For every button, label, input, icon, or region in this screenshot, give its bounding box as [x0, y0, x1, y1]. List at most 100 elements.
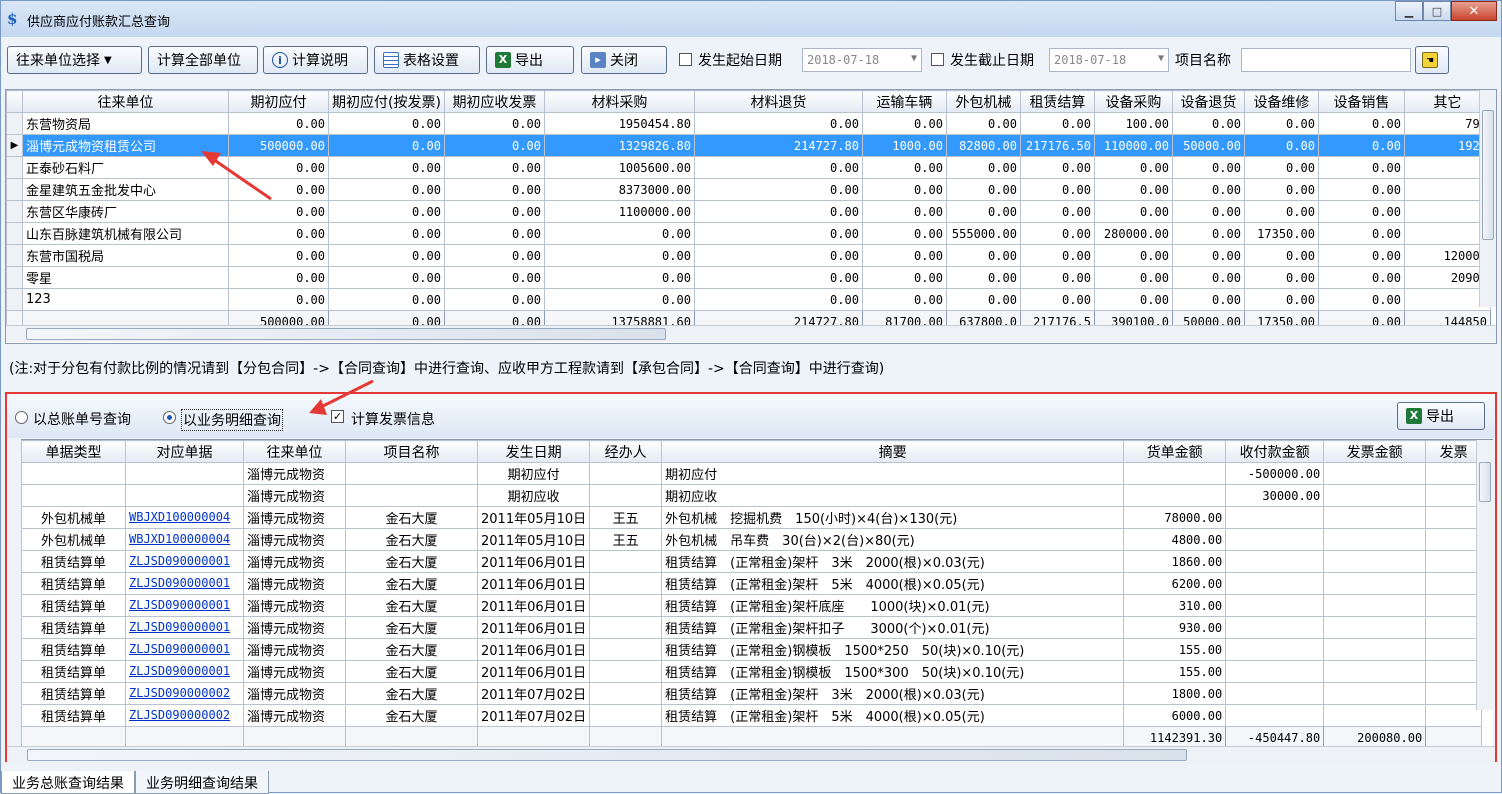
table-cell[interactable]: 0.00: [443, 178, 545, 201]
table-cell[interactable]: 0.00: [328, 134, 445, 157]
table-cell[interactable]: 0.00: [1171, 156, 1245, 179]
table-cell[interactable]: 0.00: [1171, 288, 1245, 311]
table-cell[interactable]: 0.00: [1093, 266, 1173, 289]
table-cell[interactable]: ZLJSD090000001: [125, 660, 244, 683]
table-cell[interactable]: 0.00: [1171, 266, 1245, 289]
table-cell[interactable]: 0.00: [228, 222, 329, 245]
table-cell[interactable]: 0.00: [543, 244, 695, 267]
table-row[interactable]: 东营市国税局 0.00 0.00 0.00 0.00 0.00 0.00 0.00 0.00 0.…: [6, 244, 1491, 267]
table-row[interactable]: 租赁结算单 ZLJSD090000001 淄博元成物资 金石大厦 2011年06月01日…: [21, 616, 1483, 639]
column-header[interactable]: 运输车辆: [861, 90, 947, 113]
table-cell[interactable]: 正泰砂石料厂: [22, 156, 229, 179]
table-cell[interactable]: 20900: [1403, 266, 1491, 289]
table-cell[interactable]: 0.00: [228, 288, 329, 311]
table-cell[interactable]: 100.00: [1093, 112, 1173, 135]
column-header[interactable]: 对应单据: [125, 440, 244, 463]
table-cell[interactable]: 0.00: [1171, 112, 1245, 135]
table-cell[interactable]: 1329826.80: [543, 134, 695, 157]
calc-invoice-checkbox[interactable]: ✓: [331, 410, 344, 423]
table-cell[interactable]: 217176.50: [1019, 134, 1095, 157]
table-cell[interactable]: [125, 484, 244, 507]
table-row[interactable]: 淄博元成物资 期初应收 期初应收 30000.00: [21, 484, 1483, 507]
table-cell[interactable]: 0.00: [543, 222, 695, 245]
table-cell[interactable]: ZLJSD090000001: [125, 594, 244, 617]
table-row[interactable]: ▶ 淄博元成物资租赁公司 500000.00 0.00 0.00 1329826.80 21…: [6, 134, 1491, 157]
table-row[interactable]: 东营物资局 0.00 0.00 0.00 1950454.80 0.00 0.00 0.00 0…: [6, 112, 1491, 135]
table-cell[interactable]: 0.00: [861, 112, 947, 135]
table-cell[interactable]: 0.00: [443, 156, 545, 179]
column-header[interactable]: 材料退货: [693, 90, 863, 113]
document-link[interactable]: ZLJSD090000001: [129, 554, 230, 568]
summary-vscroll-thumb[interactable]: [1482, 110, 1494, 240]
table-cell[interactable]: 0.00: [861, 178, 947, 201]
table-row[interactable]: 租赁结算单 ZLJSD090000001 淄博元成物资 金石大厦 2011年06月01日…: [21, 594, 1483, 617]
table-cell[interactable]: 0.00: [1019, 244, 1095, 267]
table-cell[interactable]: 0.00: [328, 200, 445, 223]
table-cell[interactable]: 0.00: [443, 222, 545, 245]
column-header[interactable]: 经办人: [589, 440, 663, 463]
column-header[interactable]: 往来单位: [243, 440, 346, 463]
table-cell[interactable]: 0.00: [1243, 156, 1319, 179]
table-cell[interactable]: ZLJSD090000002: [125, 704, 244, 727]
table-cell[interactable]: 110000.00: [1093, 134, 1173, 157]
document-link[interactable]: ZLJSD090000001: [129, 598, 230, 612]
table-cell[interactable]: 0.00: [328, 112, 445, 135]
table-cell[interactable]: 1920: [1403, 134, 1491, 157]
table-cell[interactable]: 0.00: [1093, 200, 1173, 223]
close-button[interactable]: ▸ 关闭: [581, 46, 667, 74]
column-header[interactable]: 收付款金额: [1225, 440, 1325, 463]
table-cell[interactable]: [125, 462, 244, 485]
column-header[interactable]: 项目名称: [345, 440, 478, 463]
end-date-picker[interactable]: 2018-07-18 ▼: [1049, 48, 1169, 72]
table-cell[interactable]: 0.00: [543, 266, 695, 289]
start-date-picker[interactable]: 2018-07-18 ▼: [802, 48, 922, 72]
column-header[interactable]: 外包机械: [945, 90, 1021, 113]
column-header[interactable]: 摘要: [661, 440, 1125, 463]
table-cell[interactable]: 0: [1403, 222, 1491, 245]
table-cell[interactable]: 0.00: [945, 244, 1021, 267]
table-cell[interactable]: ZLJSD090000001: [125, 638, 244, 661]
table-cell[interactable]: 0.00: [693, 222, 863, 245]
table-cell[interactable]: 123: [22, 288, 229, 311]
column-header[interactable]: 发票: [1425, 440, 1483, 463]
table-cell[interactable]: 0.00: [861, 244, 947, 267]
column-header[interactable]: 设备采购: [1093, 90, 1173, 113]
table-cell[interactable]: 50000.00: [1171, 134, 1245, 157]
table-cell[interactable]: 214727.80: [693, 134, 863, 157]
table-cell[interactable]: 0.00: [1243, 134, 1319, 157]
table-cell[interactable]: 0.00: [443, 200, 545, 223]
column-header[interactable]: 发票金额: [1323, 440, 1427, 463]
table-cell[interactable]: 0.00: [328, 222, 445, 245]
column-header[interactable]: 发生日期: [476, 440, 591, 463]
table-cell[interactable]: 1005600.00: [543, 156, 695, 179]
column-header[interactable]: 期初应收发票: [443, 90, 545, 113]
table-cell[interactable]: 0.00: [443, 266, 545, 289]
table-cell[interactable]: 0.00: [1171, 222, 1245, 245]
table-cell[interactable]: 0.00: [228, 266, 329, 289]
table-cell[interactable]: 0.00: [945, 156, 1021, 179]
table-cell[interactable]: 0.00: [1019, 288, 1095, 311]
table-cell[interactable]: 0: [1403, 156, 1491, 179]
column-header[interactable]: 单据类型: [21, 440, 126, 463]
table-cell[interactable]: 0.00: [1243, 288, 1319, 311]
column-header[interactable]: 往来单位: [22, 90, 229, 113]
table-cell[interactable]: 120000: [1403, 244, 1491, 267]
table-cell[interactable]: 0.00: [1317, 266, 1405, 289]
radio-by-detail[interactable]: [163, 411, 176, 424]
detail-export-button[interactable]: X 导出: [1397, 402, 1485, 430]
column-header[interactable]: 设备退货: [1171, 90, 1245, 113]
table-cell[interactable]: 0.00: [328, 156, 445, 179]
table-cell[interactable]: ZLJSD090000001: [125, 550, 244, 573]
document-link[interactable]: ZLJSD090000001: [129, 576, 230, 590]
tab-ledger-results[interactable]: 业务总账查询结果: [1, 771, 135, 794]
table-cell[interactable]: 0: [1403, 178, 1491, 201]
table-cell[interactable]: 零星: [22, 266, 229, 289]
table-cell[interactable]: 0.00: [1317, 112, 1405, 135]
close-window-button[interactable]: ✕: [1451, 1, 1497, 21]
document-link[interactable]: ZLJSD090000001: [129, 642, 230, 656]
table-cell[interactable]: 东营市国税局: [22, 244, 229, 267]
table-cell[interactable]: 0.00: [945, 200, 1021, 223]
table-cell[interactable]: 0.00: [1093, 288, 1173, 311]
summary-hscrollbar[interactable]: [6, 325, 1496, 342]
table-cell[interactable]: 0.00: [1243, 112, 1319, 135]
